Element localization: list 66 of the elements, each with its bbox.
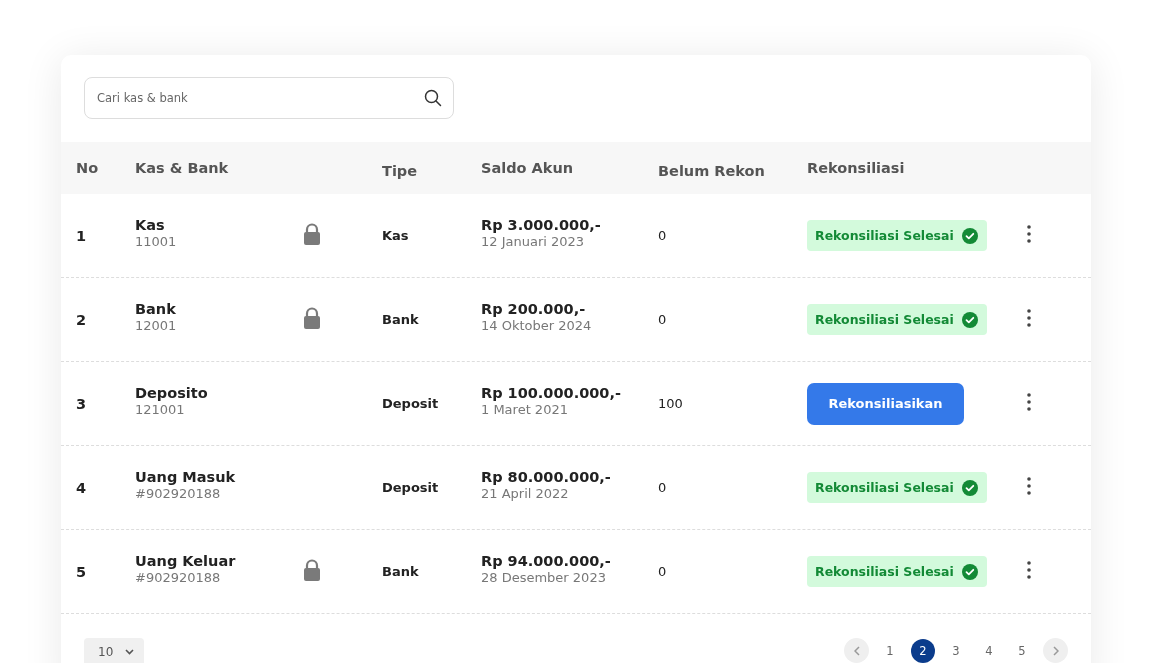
row-number: 3 — [76, 395, 88, 412]
search-icon — [424, 89, 442, 107]
column-header: Saldo Akun — [481, 160, 575, 176]
account-type: Bank — [382, 312, 420, 327]
balance-date: 1 Maret 2021 — [481, 401, 569, 417]
account-type: Deposit — [382, 396, 440, 411]
search-field[interactable]: Cari kas & bank — [84, 77, 454, 119]
account-code: 121001 — [135, 401, 186, 417]
balance-amount: Rp 80.000.000,- — [481, 468, 612, 485]
unreconciled-count: 0 — [658, 312, 668, 327]
account-name: Kas — [135, 216, 166, 233]
balance-amount: Rp 3.000.000,- — [481, 216, 602, 233]
column-header: Kas & Bank — [135, 160, 230, 176]
more-options-icon[interactable] — [1027, 560, 1031, 579]
account-code: #902920188 — [135, 569, 222, 585]
row-number: 2 — [76, 311, 88, 328]
status-badge: Rekonsiliasi Selesai — [807, 220, 987, 251]
page-number-button[interactable]: 2 — [911, 638, 935, 663]
balance-amount: Rp 94.000.000,- — [481, 552, 612, 569]
account-name: Uang Masuk — [135, 468, 237, 485]
page-number-button[interactable]: 3 — [944, 638, 968, 663]
page-size-select[interactable]: 10 — [84, 638, 145, 663]
account-code: 12001 — [135, 317, 178, 333]
column-header: Belum Rekon — [658, 162, 766, 179]
account-type: Kas — [382, 228, 410, 243]
account-code: 11001 — [135, 233, 178, 249]
balance-amount: Rp 200.000,- — [481, 300, 587, 317]
balance-date: 21 April 2022 — [481, 485, 570, 501]
reconcile-button[interactable]: Rekonsiliasikan — [807, 382, 964, 425]
column-header: Rekonsiliasi — [807, 160, 906, 176]
status-badge: Rekonsiliasi Selesai — [807, 304, 987, 335]
account-type: Bank — [382, 564, 420, 579]
page-number-button[interactable]: 4 — [977, 638, 1001, 663]
balance-date: 12 Januari 2023 — [481, 233, 586, 249]
row-number: 5 — [76, 563, 88, 580]
check-circle-icon — [961, 227, 978, 244]
check-circle-icon — [961, 311, 978, 328]
account-name: Uang Keluar — [135, 552, 237, 569]
status-badge: Rekonsiliasi Selesai — [807, 556, 987, 587]
column-header: No — [76, 160, 100, 176]
balance-date: 14 Oktober 2024 — [481, 317, 593, 333]
account-name: Bank — [135, 300, 177, 317]
account-name: Deposito — [135, 384, 209, 401]
more-options-icon[interactable] — [1027, 308, 1031, 327]
more-options-icon[interactable] — [1027, 392, 1031, 411]
balance-date: 28 Desember 2023 — [481, 569, 607, 585]
check-circle-icon — [961, 563, 978, 580]
check-circle-icon — [961, 479, 978, 496]
balance-amount: Rp 100.000.000,- — [481, 384, 622, 401]
chevron-down-icon — [125, 649, 135, 655]
more-options-icon[interactable] — [1027, 476, 1031, 495]
unreconciled-count: 0 — [658, 480, 668, 495]
row-number: 1 — [76, 227, 88, 244]
page-number-button[interactable]: 1 — [878, 638, 902, 663]
more-options-icon[interactable] — [1027, 224, 1031, 243]
account-type: Deposit — [382, 480, 440, 495]
status-badge: Rekonsiliasi Selesai — [807, 472, 987, 503]
unreconciled-count: 0 — [658, 228, 668, 243]
row-number: 4 — [76, 479, 88, 496]
page-number-button[interactable]: 5 — [1010, 638, 1034, 663]
chevron-left-icon — [853, 645, 860, 656]
account-code: #902920188 — [135, 485, 222, 501]
unreconciled-count: 100 — [658, 396, 684, 411]
unreconciled-count: 0 — [658, 564, 668, 579]
chevron-right-icon — [1052, 645, 1059, 656]
column-header: Tipe — [382, 162, 419, 179]
